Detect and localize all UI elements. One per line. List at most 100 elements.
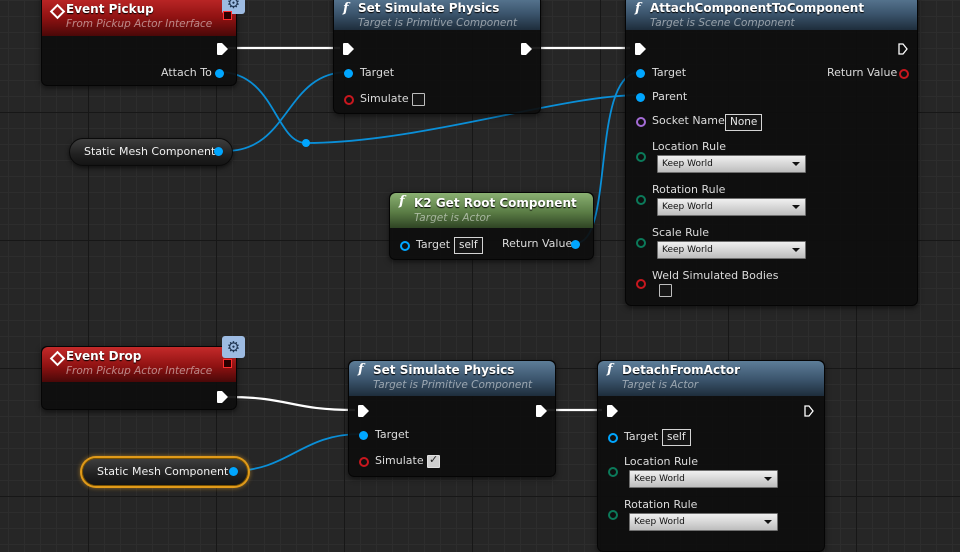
location-rule-dot[interactable]: [608, 467, 618, 477]
simulate-checkbox[interactable]: [427, 453, 440, 468]
scale-rule-dropdown[interactable]: Keep World: [657, 241, 806, 259]
static-mesh-output-dot[interactable]: [229, 467, 238, 476]
static-mesh-output-dot[interactable]: [214, 147, 223, 156]
get-root-target-pin[interactable]: Target: [400, 238, 450, 251]
return-value-dot[interactable]: [899, 69, 909, 79]
set-sim-2-header[interactable]: f Set Simulate Physics Target is Primiti…: [349, 361, 555, 396]
wire-mesh2-to-setsim2-target: [230, 433, 362, 472]
weld-dot[interactable]: [636, 279, 646, 289]
event-drop-exec-out-pin[interactable]: [217, 391, 228, 403]
set-sim-2-simulate-pin[interactable]: Simulate: [359, 454, 424, 467]
weld-label: Weld Simulated Bodies: [652, 269, 779, 282]
rotation-rule-dropdown[interactable]: Keep World: [657, 198, 806, 216]
set-sim-2-exec-out-pin[interactable]: [536, 405, 547, 417]
detach-rotation-rule-pin[interactable]: Rotation Rule: [608, 498, 697, 520]
attach-weld-pin[interactable]: Weld Simulated Bodies: [636, 269, 779, 289]
detach-target-pin[interactable]: Target: [608, 430, 658, 443]
return-value-label: Return Value: [502, 237, 573, 250]
parent-dot[interactable]: [636, 93, 645, 102]
set-sim-1-simulate-pin[interactable]: Simulate: [344, 92, 409, 105]
event-pickup-title: Event Pickup: [66, 2, 154, 16]
get-root-header[interactable]: f K2 Get Root Component Target is Actor: [390, 193, 593, 228]
detach-header[interactable]: f DetachFromActor Target is Actor: [598, 361, 824, 396]
set-sim-2-target-pin[interactable]: Target: [359, 428, 409, 441]
wire-reroute-knot[interactable]: [302, 139, 310, 147]
event-pickup-header[interactable]: Event Pickup From Pickup Actor Interface: [42, 0, 236, 36]
set-sim-1-exec-in-pin[interactable]: [343, 43, 354, 55]
location-rule-label: Location Rule: [624, 455, 698, 468]
detach-rotation-rule-dropdown[interactable]: Keep World: [629, 513, 778, 531]
set-sim-2-exec-in-pin[interactable]: [358, 405, 369, 417]
attach-to-dot[interactable]: [215, 69, 224, 78]
target-dot[interactable]: [636, 69, 645, 78]
socket-name-input[interactable]: None: [725, 114, 763, 131]
target-label: Target: [360, 66, 395, 79]
function-icon: f: [635, 1, 641, 16]
attach-component-node[interactable]: f AttachComponentToComponent Target is S…: [625, 0, 918, 306]
chevron-down-icon: [792, 162, 800, 166]
rotation-rule-value: Keep World: [634, 517, 685, 527]
attach-exec-out-pin[interactable]: [898, 43, 908, 55]
function-icon: f: [343, 1, 349, 16]
attach-rotation-rule-pin[interactable]: Rotation Rule: [636, 183, 725, 205]
attach-location-rule-pin[interactable]: Location Rule: [636, 140, 726, 162]
get-root-return-value-pin[interactable]: Return Value: [502, 237, 580, 250]
location-rule-label: Location Rule: [652, 140, 726, 153]
weld-checkbox[interactable]: [659, 284, 672, 297]
simulate-dot[interactable]: [359, 457, 369, 467]
detach-title: DetachFromActor: [622, 363, 740, 377]
attach-return-value-pin[interactable]: Return Value: [827, 66, 909, 79]
function-icon: f: [399, 194, 405, 209]
get-root-component-node[interactable]: f K2 Get Root Component Target is Actor …: [389, 192, 594, 260]
socket-name-dot[interactable]: [636, 117, 646, 127]
static-mesh-variable-node-2[interactable]: Static Mesh Component: [82, 458, 248, 486]
target-dot[interactable]: [400, 241, 410, 251]
target-dot[interactable]: [359, 431, 368, 440]
detach-location-rule-dropdown[interactable]: Keep World: [629, 470, 778, 488]
socket-name-label: Socket Name: [652, 114, 725, 127]
event-drop-title: Event Drop: [66, 349, 142, 363]
rotation-rule-dot[interactable]: [636, 195, 646, 205]
detach-from-actor-node[interactable]: f DetachFromActor Target is Actor Target…: [597, 360, 825, 552]
set-sim-1-target-pin[interactable]: Target: [344, 66, 394, 79]
get-root-self-input[interactable]: self: [454, 237, 483, 254]
attach-scale-rule-pin[interactable]: Scale Rule: [636, 226, 710, 248]
target-dot[interactable]: [344, 69, 353, 78]
parent-label: Parent: [652, 90, 688, 103]
event-pickup-exec-out-pin[interactable]: [217, 43, 228, 55]
detach-location-rule-pin[interactable]: Location Rule: [608, 455, 698, 477]
get-root-subtitle: Target is Actor: [414, 212, 491, 224]
attach-parent-pin[interactable]: Parent: [636, 90, 687, 103]
event-pickup-node[interactable]: Event Pickup From Pickup Actor Interface…: [41, 0, 237, 86]
simulate-dot[interactable]: [344, 95, 354, 105]
function-icon: f: [358, 362, 364, 377]
simulate-checkbox[interactable]: [412, 93, 425, 106]
attach-exec-in-pin[interactable]: [635, 43, 646, 55]
set-simulate-physics-node-2[interactable]: f Set Simulate Physics Target is Primiti…: [348, 360, 556, 477]
attach-socket-name-pin[interactable]: Socket Name: [636, 114, 725, 127]
attach-title: AttachComponentToComponent: [650, 1, 865, 15]
attach-target-pin[interactable]: Target: [636, 66, 686, 79]
simulate-label: Simulate: [375, 454, 424, 467]
set-simulate-physics-node-1[interactable]: f Set Simulate Physics Target is Primiti…: [333, 0, 541, 114]
return-value-dot[interactable]: [571, 240, 580, 249]
attach-subtitle: Target is Scene Component: [650, 17, 795, 29]
rotation-rule-dot[interactable]: [608, 510, 618, 520]
scale-rule-dot[interactable]: [636, 238, 646, 248]
set-sim-1-exec-out-pin[interactable]: [521, 43, 532, 55]
target-label: Target: [624, 430, 659, 443]
event-drop-header[interactable]: Event Drop From Pickup Actor Interface: [42, 347, 236, 382]
location-rule-dropdown[interactable]: Keep World: [657, 155, 806, 173]
detach-exec-in-pin[interactable]: [607, 405, 618, 417]
detach-self-input[interactable]: self: [662, 429, 691, 446]
location-rule-value: Keep World: [662, 159, 713, 169]
location-rule-dot[interactable]: [636, 152, 646, 162]
target-dot[interactable]: [608, 433, 618, 443]
static-mesh-variable-node-1[interactable]: Static Mesh Component: [69, 138, 233, 166]
attach-header[interactable]: f AttachComponentToComponent Target is S…: [626, 0, 917, 30]
event-pickup-attach-to-pin[interactable]: Attach To: [161, 66, 224, 79]
event-drop-node[interactable]: Event Drop From Pickup Actor Interface: [41, 346, 237, 410]
detach-exec-out-pin[interactable]: [804, 405, 814, 417]
scale-rule-label: Scale Rule: [652, 226, 710, 239]
set-sim-1-header[interactable]: f Set Simulate Physics Target is Primiti…: [334, 0, 540, 30]
